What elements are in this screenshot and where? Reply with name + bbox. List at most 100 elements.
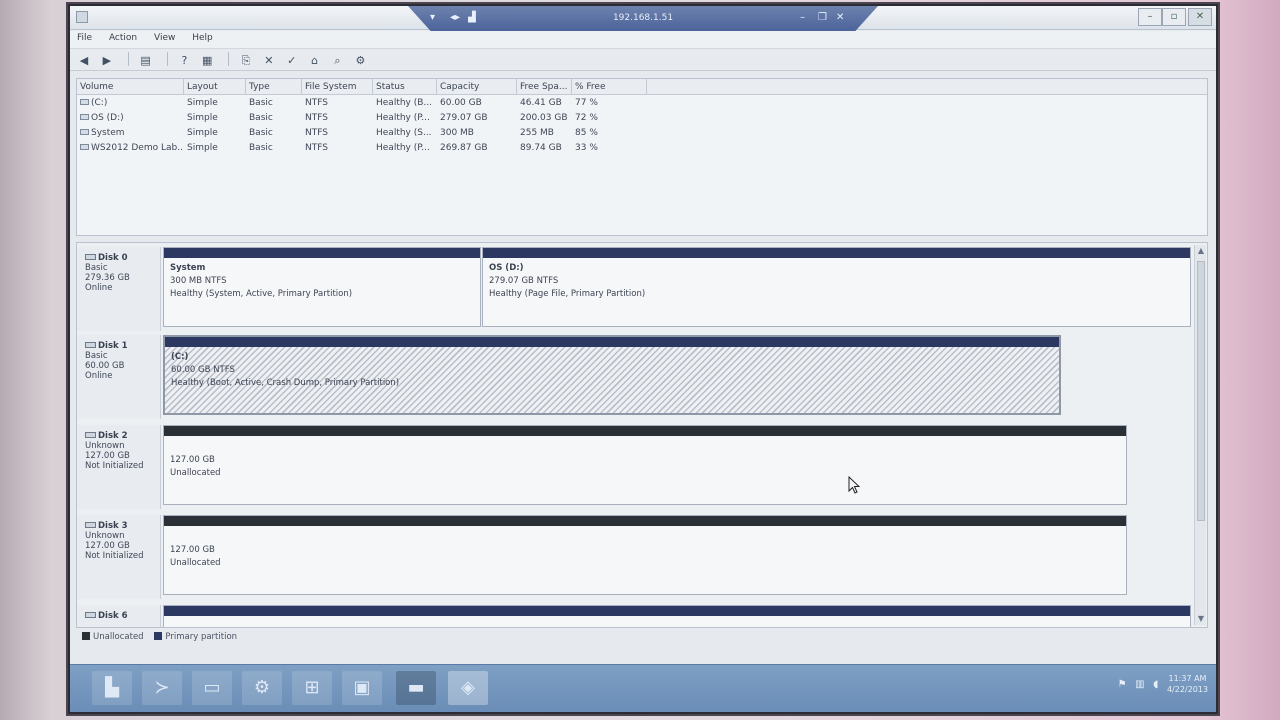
clock[interactable]: 11:37 AM 4/22/2013 (1167, 673, 1208, 695)
volume-cell: OS (D:) (77, 111, 184, 126)
partition-status: Healthy (System, Active, Primary Partiti… (170, 289, 353, 299)
console-tree-icon[interactable]: ▤ (138, 52, 154, 68)
menu-help[interactable]: Help (185, 31, 220, 45)
capacity-cell: 269.87 GB (440, 143, 488, 153)
partition-system[interactable]: System 300 MB NTFS Healthy (System, Acti… (163, 247, 481, 327)
col-percent-free[interactable]: % Free (572, 79, 647, 95)
disk-label[interactable]: Disk 3 Unknown 127.00 GB Not Initialized (77, 515, 161, 599)
table-row[interactable]: OS (D:) Simple Basic NTFS Healthy (P... … (77, 111, 677, 126)
properties-icon[interactable]: ▦ (199, 52, 215, 68)
disk-label[interactable]: Disk 0 Basic 279.36 GB Online (77, 247, 161, 331)
clock-date: 4/22/2013 (1166, 685, 1208, 694)
close-button[interactable]: ✕ (1188, 8, 1212, 26)
layout-cell: Simple (187, 143, 218, 153)
partition-bar (483, 248, 1190, 258)
free-space-cell: 200.03 GB (520, 113, 568, 123)
volume-name: OS (D:) (91, 113, 124, 123)
menu-view[interactable]: View (147, 31, 182, 45)
col-free-space[interactable]: Free Spa... (517, 79, 572, 95)
file-system-cell: NTFS (305, 143, 328, 153)
partition-unallocated[interactable]: 127.00 GB Unallocated (163, 425, 1127, 505)
scroll-up-icon[interactable]: ▲ (1195, 245, 1207, 257)
volume-cell: System (77, 126, 184, 141)
volume-cell: WS2012 Demo Lab... (77, 141, 184, 156)
disk-status: Not Initialized (85, 461, 144, 471)
partition-disk6[interactable] (163, 605, 1191, 627)
free-space-cell: 255 MB (520, 128, 554, 138)
col-layout[interactable]: Layout (184, 79, 246, 95)
rdp-connection-bar: ▾ ◂▸ ▟ 192.168.1.51 – ❐ ✕ (408, 6, 878, 32)
partition-c[interactable]: (C:) 60.00 GB NTFS Healthy (Boot, Active… (163, 335, 1061, 415)
file-system-cell: NTFS (305, 128, 328, 138)
disk-status: Online (85, 283, 113, 293)
disk-size: 127.00 GB (85, 541, 130, 551)
remote-desktop-screen: – ▫ ✕ ▾ ◂▸ ▟ 192.168.1.51 – ❐ ✕ File Act… (70, 6, 1216, 712)
disk-management-icon[interactable]: ◈ (448, 671, 488, 705)
col-volume[interactable]: Volume (77, 79, 184, 95)
partition-name: OS (D:) (489, 263, 524, 273)
delete-icon[interactable]: ✕ (261, 52, 277, 68)
disk-view-scrollbar[interactable]: ▲ ▼ (1194, 245, 1206, 625)
disk-size: 60.00 GB (85, 361, 125, 371)
help-icon[interactable]: ? (176, 52, 192, 68)
disk-icon (85, 254, 96, 260)
col-status[interactable]: Status (373, 79, 437, 95)
scroll-thumb[interactable] (1197, 261, 1205, 521)
disk-row-6: Disk 6 (77, 605, 1195, 627)
export-icon[interactable]: ⎘ (238, 52, 254, 68)
maximize-button[interactable]: ▫ (1162, 8, 1186, 26)
minimize-button[interactable]: – (1138, 8, 1162, 26)
table-row[interactable]: (C:) Simple Basic NTFS Healthy (B... 60.… (77, 96, 677, 111)
table-row[interactable]: WS2012 Demo Lab... Simple Basic NTFS Hea… (77, 141, 677, 156)
col-type[interactable]: Type (246, 79, 302, 95)
disk-name: Disk 2 (98, 431, 128, 441)
volume-list-header: Volume Layout Type File System Status Ca… (77, 79, 1207, 95)
menu-action[interactable]: Action (102, 31, 144, 45)
layout-cell: Simple (187, 128, 218, 138)
rdp-restore-icon[interactable]: ❐ (818, 12, 827, 23)
back-icon[interactable]: ◀ (76, 52, 92, 68)
forward-icon[interactable]: ▶ (99, 52, 115, 68)
cmd-icon[interactable]: ▬ (396, 671, 436, 705)
scroll-down-icon[interactable]: ▼ (1195, 613, 1207, 625)
volume-name: System (91, 128, 125, 138)
disk-label[interactable]: Disk 1 Basic 60.00 GB Online (77, 335, 161, 419)
network-tray-icon[interactable]: ▥ (1135, 679, 1144, 690)
disk-type: Basic (85, 263, 108, 273)
flag-icon[interactable]: ⚑ (1118, 679, 1127, 690)
volume-name: WS2012 Demo Lab... (91, 143, 184, 153)
settings-icon[interactable]: ⚙ (242, 671, 282, 705)
server-manager-icon[interactable]: ▙ (92, 671, 132, 705)
disk-label[interactable]: Disk 6 (77, 605, 161, 627)
volume-icon[interactable]: ◖ (1153, 679, 1158, 690)
partition-unallocated[interactable]: 127.00 GB Unallocated (163, 515, 1127, 595)
network-icon[interactable]: ⊞ (292, 671, 332, 705)
partition-size: 279.07 GB NTFS (489, 276, 559, 286)
volume-icon (80, 114, 89, 120)
rdp-close-icon[interactable]: ✕ (836, 12, 844, 23)
table-row[interactable]: System Simple Basic NTFS Healthy (S... 3… (77, 126, 677, 141)
type-cell: Basic (249, 128, 273, 138)
partition-bar (165, 337, 1059, 347)
file-explorer-icon[interactable]: ▭ (192, 671, 232, 705)
type-cell: Basic (249, 98, 273, 108)
menu-file[interactable]: File (70, 31, 99, 45)
powershell-icon[interactable]: ≻ (142, 671, 182, 705)
partition-os-d[interactable]: OS (D:) 279.07 GB NTFS Healthy (Page Fil… (482, 247, 1191, 327)
computer-management-icon[interactable]: ▣ (342, 671, 382, 705)
col-capacity[interactable]: Capacity (437, 79, 517, 95)
type-cell: Basic (249, 113, 273, 123)
disk-name: Disk 6 (98, 611, 128, 621)
disk-status: Online (85, 371, 113, 381)
col-file-system[interactable]: File System (302, 79, 373, 95)
rdp-minimize-icon[interactable]: – (800, 12, 805, 23)
rdp-host: 192.168.1.51 (612, 13, 674, 23)
settings-icon[interactable]: ⚙ (352, 52, 368, 68)
open-folder-icon[interactable]: ⌂ (307, 52, 323, 68)
disk-label[interactable]: Disk 2 Unknown 127.00 GB Not Initialized (77, 425, 161, 509)
volume-icon (80, 129, 89, 135)
check-icon[interactable]: ✓ (284, 52, 300, 68)
volume-icon (80, 99, 89, 105)
partition-name: System (170, 263, 206, 273)
search-icon[interactable]: ⌕ (330, 52, 346, 68)
